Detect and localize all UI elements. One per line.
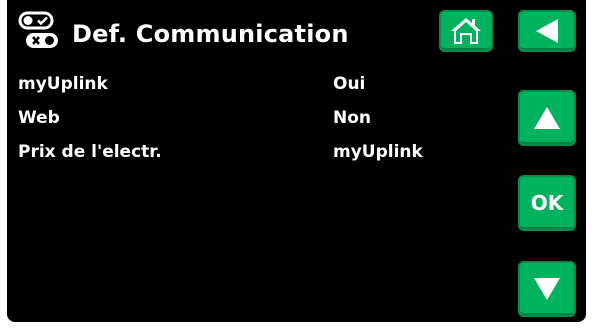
page-title: Def. Communication: [72, 20, 349, 48]
back-arrow-icon: [534, 17, 560, 45]
down-arrow-icon: [532, 276, 562, 302]
up-arrow-icon: [532, 105, 562, 131]
setting-label: myUplink: [18, 74, 108, 94]
setting-label: Web: [18, 108, 60, 128]
header: Def. Communication: [7, 0, 586, 66]
setting-row-myuplink[interactable]: myUplink Oui: [7, 70, 507, 104]
setting-value: Non: [333, 108, 372, 128]
home-button[interactable]: [439, 10, 493, 52]
settings-list: myUplink Oui Web Non Prix de l'electr. m…: [7, 70, 507, 172]
setting-value: myUplink: [333, 142, 423, 162]
ok-label: OK: [530, 191, 564, 215]
setting-row-electricity-price[interactable]: Prix de l'electr. myUplink: [7, 138, 507, 172]
home-icon: [450, 16, 482, 46]
setting-label: Prix de l'electr.: [18, 142, 162, 162]
setting-value: Oui: [333, 74, 366, 94]
scroll-up-button[interactable]: [518, 90, 576, 146]
back-button[interactable]: [518, 10, 576, 52]
scroll-down-button[interactable]: [518, 261, 576, 317]
setting-row-web[interactable]: Web Non: [7, 104, 507, 138]
ok-button[interactable]: OK: [518, 175, 576, 231]
display-screen: Def. Communication myUplink Oui Web Non …: [7, 0, 586, 322]
settings-toggle-icon: [18, 11, 60, 51]
